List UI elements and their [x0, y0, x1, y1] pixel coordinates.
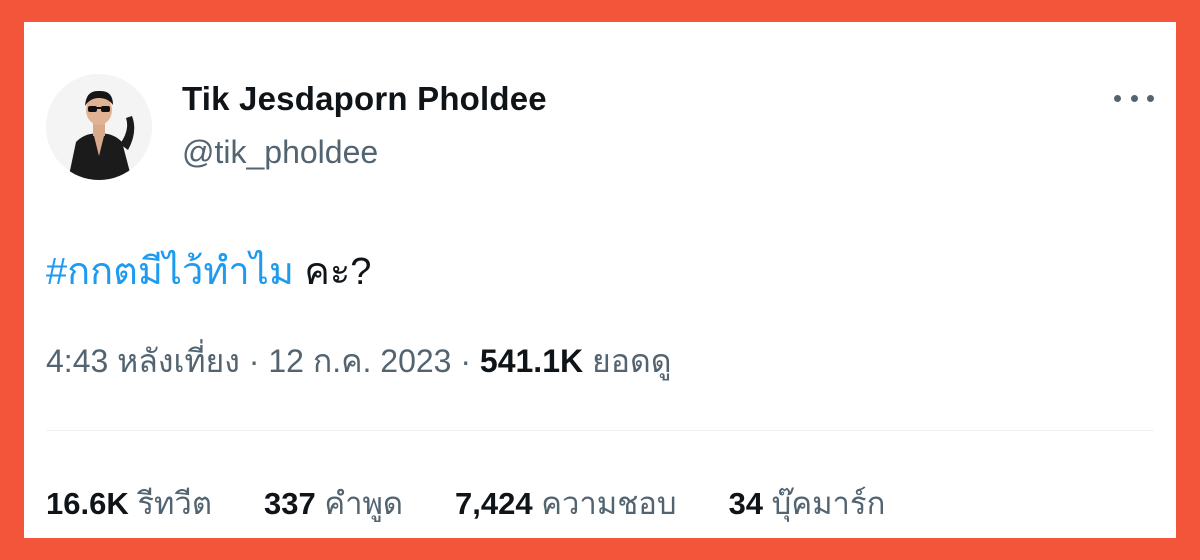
- views-label: ยอดดู: [583, 343, 672, 379]
- retweets-stat[interactable]: 16.6K รีทวีต: [46, 478, 212, 528]
- author-handle[interactable]: @tik_pholdee: [182, 134, 378, 171]
- retweets-count: 16.6K: [46, 486, 129, 521]
- dot: [1147, 94, 1154, 102]
- more-options-icon[interactable]: [1110, 82, 1158, 114]
- meta-separator: ·: [451, 343, 480, 379]
- image-frame: Tik Jesdaporn Pholdee @tik_pholdee #กกตม…: [0, 0, 1200, 560]
- tweet-date[interactable]: 12 ก.ค. 2023: [268, 343, 451, 379]
- quotes-label: คำพูด: [315, 486, 404, 521]
- meta-separator: ·: [239, 343, 269, 379]
- avatar-photo: [46, 74, 152, 180]
- tweet-text: #กกตมีไว้ทำไม คะ?: [46, 240, 371, 301]
- bookmarks-count: 34: [728, 486, 764, 521]
- bookmarks-stat[interactable]: 34 บุ๊คมาร์ก: [729, 478, 886, 528]
- retweets-label: รีทวีต: [128, 486, 212, 521]
- quotes-stat[interactable]: 337 คำพูด: [264, 478, 403, 528]
- dot: [1130, 94, 1138, 102]
- tweet-time[interactable]: 4:43 หลังเที่ยง: [46, 343, 240, 379]
- engagement-stats: 16.6K รีทวีต 337 คำพูด 7,424 ความชอบ 34 …: [46, 478, 885, 528]
- tweet-body-text: คะ?: [293, 251, 372, 293]
- likes-count: 7,424: [455, 486, 533, 521]
- likes-stat[interactable]: 7,424 ความชอบ: [455, 478, 677, 528]
- avatar[interactable]: [46, 74, 152, 180]
- author-display-name[interactable]: Tik Jesdaporn Pholdee: [182, 80, 547, 118]
- divider: [46, 430, 1154, 431]
- views-count: 541.1K: [479, 343, 584, 379]
- quotes-count: 337: [263, 486, 316, 521]
- tweet-card: Tik Jesdaporn Pholdee @tik_pholdee #กกตม…: [24, 22, 1176, 538]
- bookmarks-label: บุ๊คมาร์ก: [763, 486, 886, 521]
- dot: [1114, 94, 1121, 102]
- tweet-meta: 4:43 หลังเที่ยง · 12 ก.ค. 2023 · 541.1K …: [46, 336, 672, 387]
- hashtag-link[interactable]: #กกตมีไว้ทำไม: [46, 251, 294, 293]
- likes-label: ความชอบ: [532, 486, 677, 521]
